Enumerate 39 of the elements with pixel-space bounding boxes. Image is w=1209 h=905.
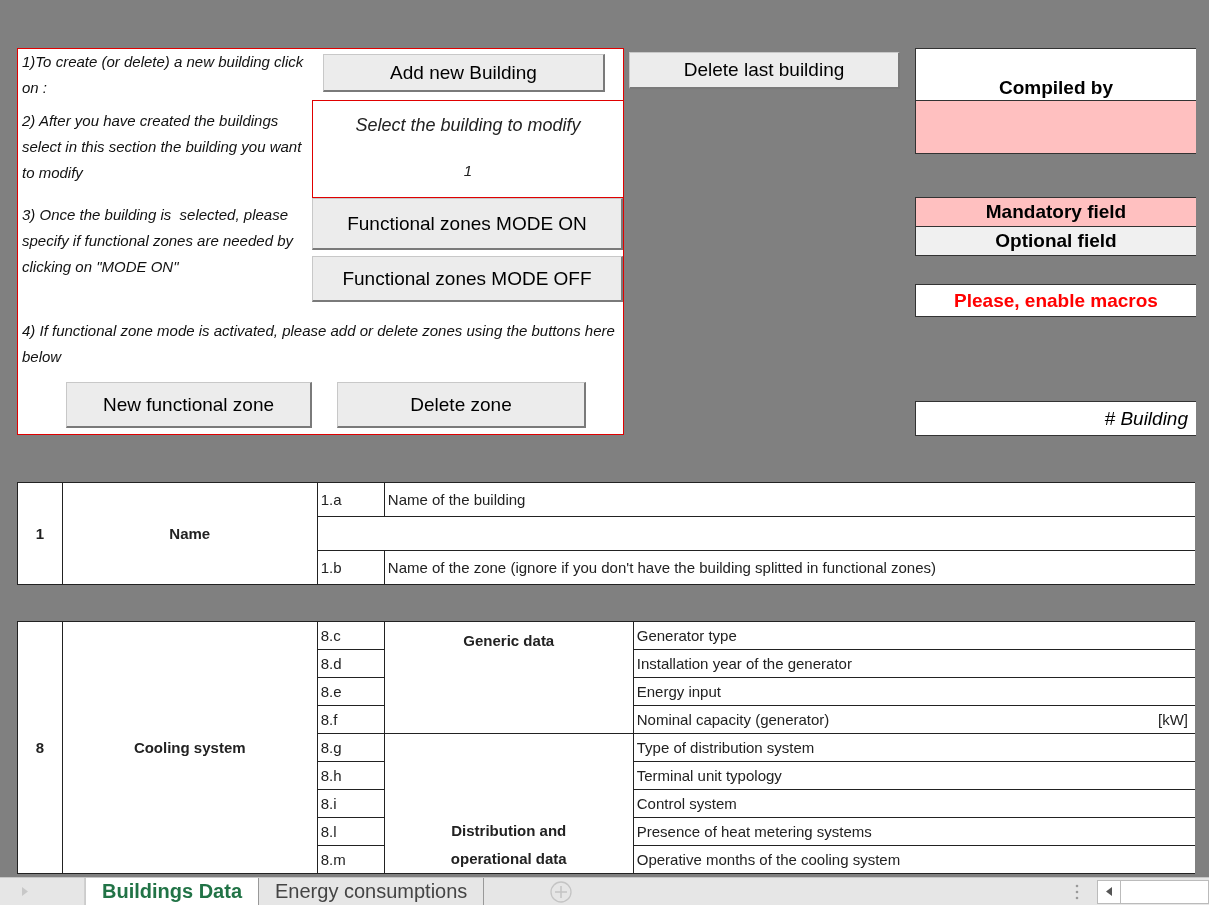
horizontal-scrollbar[interactable] xyxy=(1097,879,1209,904)
row-code: 8.c xyxy=(317,621,385,650)
row-label: Generator type xyxy=(633,621,1195,650)
section-number: 1 xyxy=(17,482,63,585)
row-label: Nominal capacity (generator) xyxy=(636,711,830,728)
section-name: Cooling system xyxy=(62,621,318,874)
scroll-right-icon[interactable] xyxy=(22,887,28,896)
mode-on-button[interactable]: Functional zones MODE ON xyxy=(312,198,623,250)
scroll-left-icon[interactable] xyxy=(1106,887,1112,896)
building-number-label: # Building xyxy=(915,401,1196,436)
macro-warning: Please, enable macros xyxy=(915,284,1196,317)
compiled-by-label: Compiled by xyxy=(916,49,1196,100)
group-title: Generic data xyxy=(384,621,634,734)
section-name: Name xyxy=(62,482,318,585)
legend-item: Mandatory field xyxy=(916,198,1196,226)
instruction-text: 3) Once the building is selected, please specify if functional zones are needed by clicking on "MODE ON" xyxy=(21,205,295,277)
legend-item: Optional field xyxy=(916,226,1196,255)
add-sheet-icon[interactable] xyxy=(550,880,573,903)
delete-zone-button[interactable]: Delete zone xyxy=(337,382,586,428)
sheet-tab[interactable]: Buildings Data xyxy=(85,878,259,905)
row-label: Name of the building xyxy=(384,482,1195,517)
row-code: 1.b xyxy=(317,550,385,585)
mode-off-button[interactable]: Functional zones MODE OFF xyxy=(312,256,623,302)
instruction-text: 1)To create (or delete) a new building click on : xyxy=(21,52,305,98)
delete-building-button[interactable]: Delete last building xyxy=(629,52,900,89)
instruction-text: 2) After you have created the buildings select in this section the building you want to modify xyxy=(21,111,303,183)
row-code: 8.g xyxy=(317,733,385,762)
unit-label: [kW] xyxy=(1158,711,1188,728)
more-icon[interactable] xyxy=(1075,883,1079,900)
compiled-by-field[interactable] xyxy=(916,100,1196,153)
sheet-tab[interactable]: Energy consumptions xyxy=(259,878,485,905)
new-zone-button[interactable]: New functional zone xyxy=(66,382,312,428)
section-number: 8 xyxy=(17,621,63,874)
group-title: Distribution and operational data xyxy=(384,733,634,874)
add-building-button[interactable]: Add new Building xyxy=(323,54,605,92)
instruction-text: 4) If functional zone mode is activated, please add or delete zones using the buttons here below xyxy=(21,321,616,367)
row-code: 1.a xyxy=(317,482,385,517)
selector-value: 1 xyxy=(463,162,473,179)
selector-label: Select the building to modify xyxy=(355,115,581,136)
